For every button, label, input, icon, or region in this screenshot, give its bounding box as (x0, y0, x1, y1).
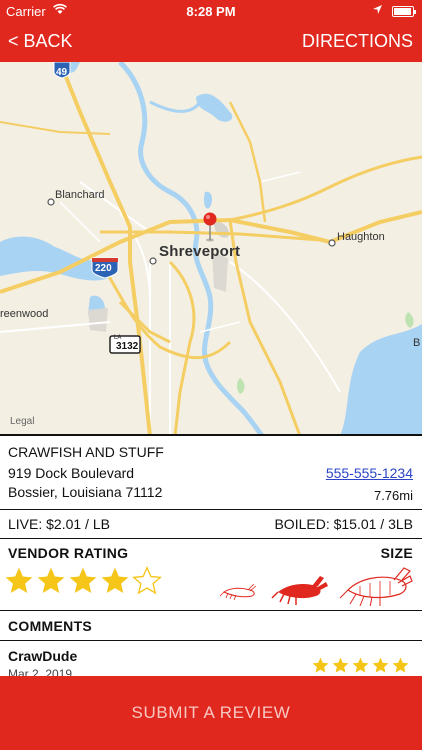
star-filled-icon (372, 657, 389, 673)
star-empty-icon (132, 566, 162, 595)
size-label: SIZE (380, 545, 413, 561)
star-filled-icon (332, 657, 349, 673)
crawfish-medium-icon (271, 576, 328, 605)
star-filled-icon (37, 567, 65, 593)
vendor-rating-label: VENDOR RATING (8, 545, 129, 561)
state-3132-label: 3132 (116, 341, 139, 352)
map-legal-link[interactable]: Legal (10, 416, 34, 427)
vendor-distance: 7.76mi (373, 488, 413, 503)
vendor-rating-stars (3, 565, 163, 597)
interstate-220-label: 220 (95, 263, 112, 274)
price-boiled: BOILED: $15.01 / 3LB (274, 516, 413, 532)
place-greenwood: reenwood (0, 308, 49, 320)
place-shreveport: Shreveport (159, 243, 241, 260)
divider (0, 538, 422, 539)
star-filled-icon (312, 657, 329, 673)
submit-review-button[interactable]: SUBMIT A REVIEW (0, 676, 422, 750)
vendor-name: CRAWFISH AND STUFF (8, 444, 164, 460)
nav-bar: < BACK DIRECTIONS (0, 22, 422, 62)
star-filled-icon (101, 567, 129, 593)
divider (0, 509, 422, 510)
star-filled-icon (69, 567, 97, 593)
comment-rating-stars (310, 656, 410, 675)
highway-49-label: 49 (56, 67, 68, 78)
crawfish-small-icon (219, 583, 257, 601)
star-filled-icon (5, 567, 33, 593)
star-filled-icon (352, 657, 369, 673)
divider (0, 610, 422, 611)
directions-button[interactable]: DIRECTIONS (302, 31, 413, 52)
size-indicator (219, 567, 413, 606)
status-bar: Carrier 8:28 PM (0, 0, 422, 22)
place-bossier-edge: B (413, 337, 421, 349)
battery-icon (392, 6, 416, 17)
back-button[interactable]: < BACK (8, 31, 73, 52)
divider (0, 640, 422, 641)
price-live: LIVE: $2.01 / LB (8, 516, 110, 532)
place-blanchard: Blanchard (55, 189, 105, 201)
crawfish-large-icon (339, 567, 413, 606)
star-filled-icon (392, 657, 409, 673)
comment-author: CrawDude (8, 648, 78, 664)
map-view[interactable]: 49 220 LA 3132 Blanchard Shreveport Haug… (0, 62, 422, 436)
comments-label: COMMENTS (8, 618, 93, 634)
location-arrow-icon (372, 3, 383, 18)
vendor-address-line2: Bossier, Louisiana 71112 (8, 484, 163, 500)
place-haughton: Haughton (337, 231, 385, 243)
clock: 8:28 PM (186, 4, 236, 19)
vendor-phone-link[interactable]: 555-555-1234 (326, 465, 413, 481)
